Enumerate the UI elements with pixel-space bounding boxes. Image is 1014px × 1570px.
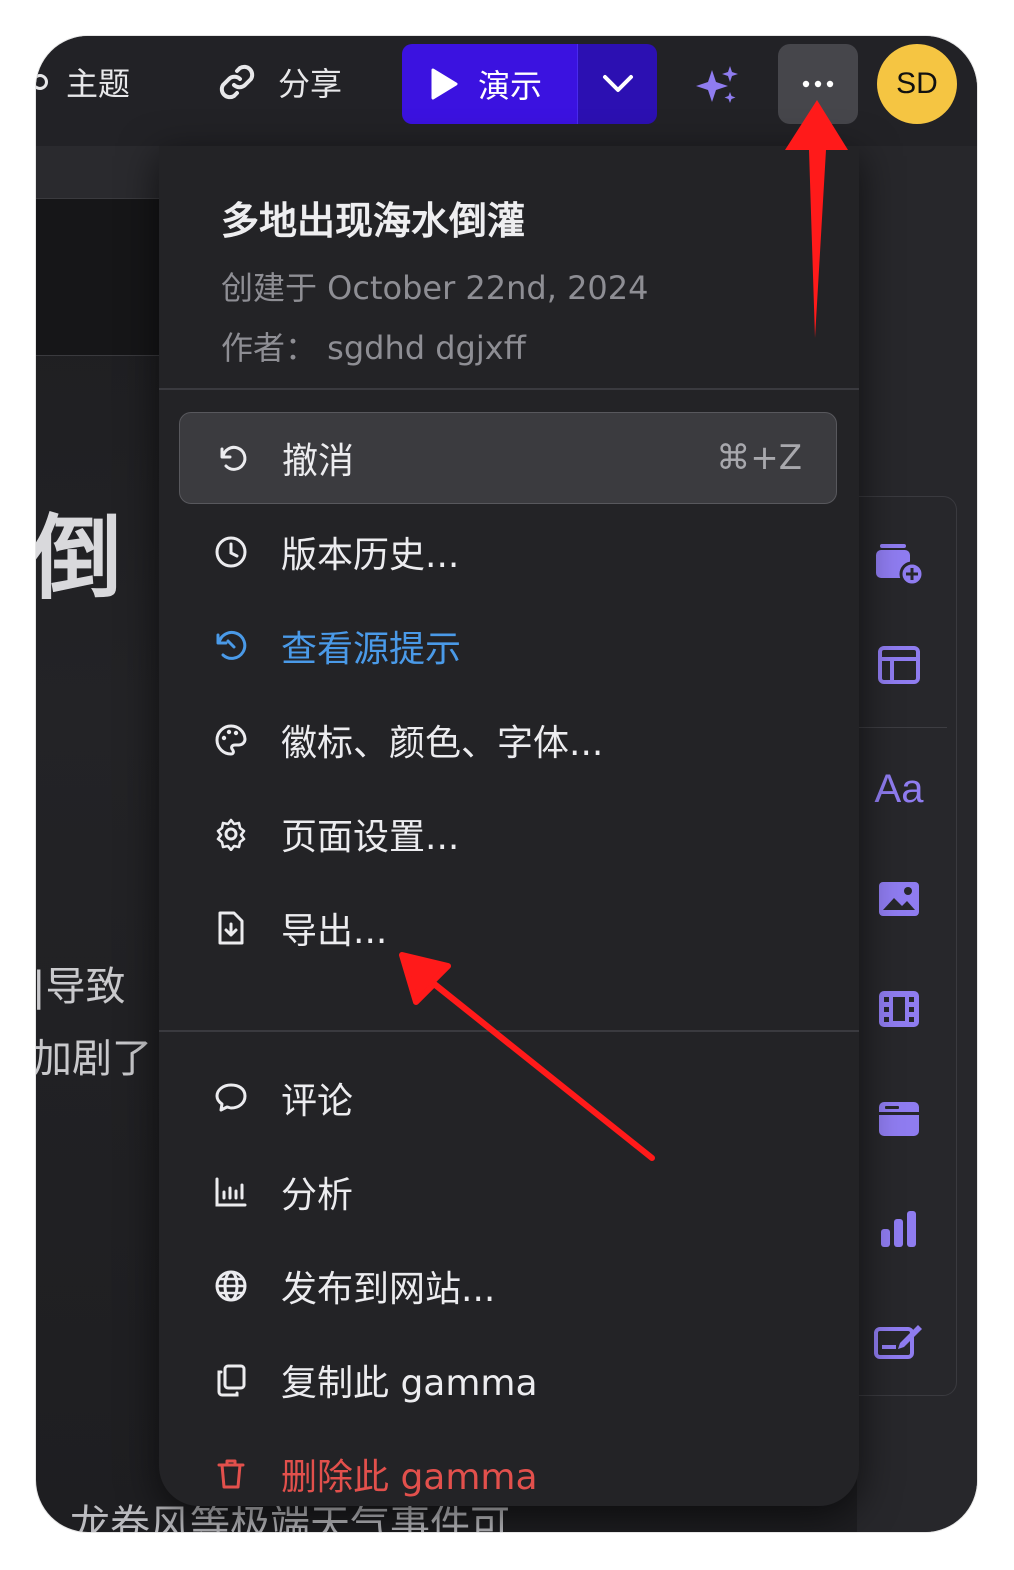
ai-sparkle-button[interactable] (696, 64, 740, 112)
menu-item-label: 分析 (281, 1175, 354, 1216)
image-icon[interactable] (871, 871, 927, 927)
menu-item-label: 导出... (281, 911, 388, 952)
menu-item-label: 查看源提示 (281, 629, 462, 670)
background-card-thumbnail (36, 198, 160, 356)
history-prompt-icon (213, 628, 249, 664)
undo-shortcut: ⌘+Z (716, 438, 802, 478)
globe-icon (213, 1268, 249, 1304)
gear-icon (213, 816, 249, 852)
theme-button[interactable]: 主题 (36, 54, 130, 110)
document-created-date: 创建于 October 22nd, 2024 (221, 269, 649, 307)
user-avatar[interactable]: SD (877, 44, 957, 124)
analytics-icon (213, 1174, 249, 1210)
background-text-line: 加剧了 (36, 1036, 152, 1082)
clock-icon (213, 534, 249, 570)
present-button-group: 演示 (402, 44, 657, 124)
trash-icon (213, 1456, 249, 1492)
app-window: 倒 |导致 加剧了 、龙卷风等极端天气事件可 Aa 主题 分享 演示 SD 多地… (36, 36, 977, 1532)
menu-item-export[interactable]: 导出... (179, 882, 837, 974)
layout-icon[interactable] (871, 637, 927, 693)
top-toolbar: 主题 分享 演示 SD (36, 36, 977, 146)
text-style-icon[interactable]: Aa (871, 761, 927, 817)
document-info: 多地出现海水倒灌 创建于 October 22nd, 2024 作者： sgdh… (221, 190, 649, 383)
menu-item-publish[interactable]: 发布到网站... (179, 1240, 837, 1332)
menu-item-undo[interactable]: 撤消 ⌘+Z (179, 412, 837, 504)
insert-side-panel: Aa (844, 496, 957, 1396)
chart-icon[interactable] (871, 1201, 927, 1257)
present-label: 演示 (478, 67, 543, 105)
add-card-icon[interactable] (871, 537, 927, 593)
chevron-down-icon (602, 75, 633, 92)
link-icon (219, 64, 255, 100)
export-file-icon (213, 910, 249, 946)
background-heading: 倒 (36, 505, 123, 612)
menu-item-version-history[interactable]: 版本历史... (179, 506, 837, 598)
edit-form-icon[interactable] (871, 1311, 927, 1367)
background-text-line: |导致 (36, 964, 126, 1010)
present-dropdown-button[interactable] (577, 44, 657, 124)
share-button[interactable]: 分享 (216, 54, 342, 110)
sparkle-icon (696, 66, 738, 103)
comment-icon (213, 1080, 249, 1116)
play-icon (431, 68, 458, 100)
menu-divider (159, 1030, 859, 1032)
present-button[interactable]: 演示 (402, 44, 577, 124)
share-label: 分享 (278, 65, 343, 103)
palette-icon (213, 722, 249, 758)
menu-item-label: 版本历史... (281, 535, 460, 576)
menu-item-label: 发布到网站... (281, 1269, 496, 1310)
menu-item-page-settings[interactable]: 页面设置... (179, 788, 837, 880)
theme-icon (36, 74, 48, 90)
ellipsis-icon (802, 80, 834, 88)
menu-item-label: 删除此 gamma (281, 1457, 538, 1498)
menu-item-analytics[interactable]: 分析 (179, 1146, 837, 1238)
menu-divider (159, 388, 859, 390)
menu-item-view-source-prompt[interactable]: 查看源提示 (179, 600, 837, 692)
menu-item-label: 页面设置... (281, 817, 460, 858)
menu-item-duplicate[interactable]: 复制此 gamma (179, 1334, 837, 1426)
menu-item-label: 评论 (281, 1081, 354, 1122)
menu-item-label: 撤消 (282, 441, 355, 482)
menu-item-delete[interactable]: 删除此 gamma (179, 1428, 837, 1520)
theme-label: 主题 (66, 65, 131, 103)
duplicate-icon (213, 1362, 249, 1398)
embed-icon[interactable] (871, 1091, 927, 1147)
undo-icon (214, 440, 250, 476)
more-options-menu: 多地出现海水倒灌 创建于 October 22nd, 2024 作者： sgdh… (159, 146, 859, 1506)
menu-item-label: 徽标、颜色、字体... (281, 723, 604, 764)
video-icon[interactable] (871, 981, 927, 1037)
document-title: 多地出现海水倒灌 (221, 199, 526, 243)
side-panel-divider (857, 727, 947, 728)
menu-item-comments[interactable]: 评论 (179, 1052, 837, 1144)
menu-item-branding[interactable]: 徽标、颜色、字体... (179, 694, 837, 786)
document-author: 作者： sgdhd dgjxff (221, 329, 526, 367)
more-options-button[interactable] (778, 44, 858, 124)
menu-item-label: 复制此 gamma (281, 1363, 538, 1404)
